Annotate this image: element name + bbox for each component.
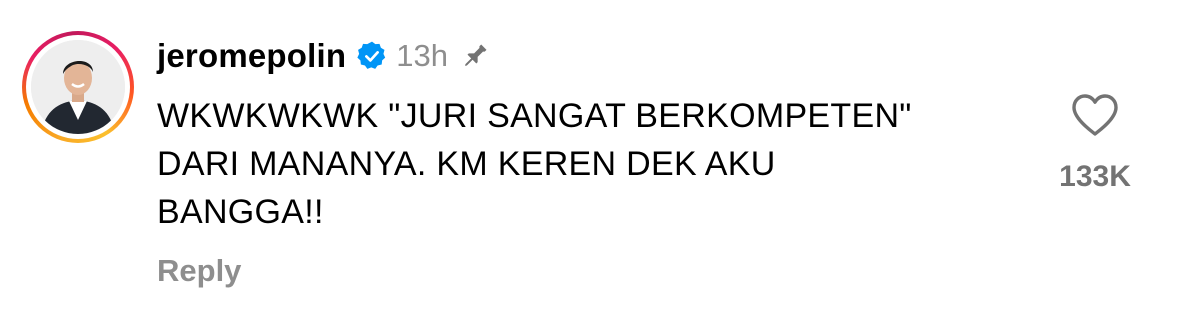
comment-header: jeromepolin 13h (157, 34, 490, 78)
comment-text: WKWKWKWK "JURI SANGAT BERKOMPETEN" DARI … (157, 97, 912, 231)
avatar-story-ring[interactable] (22, 31, 134, 143)
heart-outline-icon[interactable] (1070, 92, 1120, 138)
verified-badge-icon (356, 40, 388, 72)
avatar-photo (31, 40, 125, 134)
username-link[interactable]: jeromepolin (157, 37, 346, 75)
pin-icon (460, 41, 490, 71)
reply-button[interactable]: Reply (157, 253, 241, 289)
avatar[interactable] (31, 40, 125, 134)
avatar-ring-gap (26, 35, 130, 139)
like-count: 133K (1059, 160, 1131, 193)
like-section: 133K (1040, 92, 1150, 194)
comment-item: jeromepolin 13h WKWKWKWK "JURI SANGAT BE… (0, 0, 1178, 313)
comment-timestamp: 13h (396, 38, 448, 73)
